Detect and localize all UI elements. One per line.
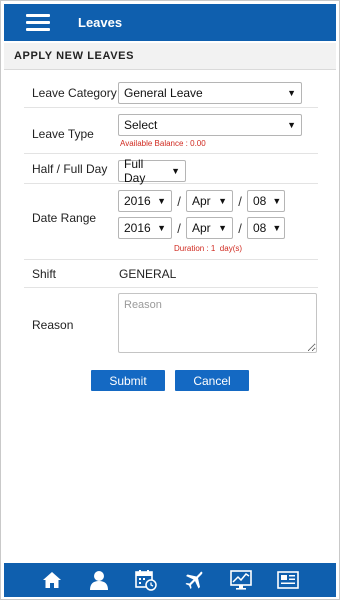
to-day-value: 08 <box>253 221 267 235</box>
chevron-down-icon: ▼ <box>157 196 166 206</box>
date-separator: / <box>238 193 242 209</box>
chevron-down-icon: ▼ <box>218 223 227 233</box>
leave-category-select[interactable]: General Leave ▼ <box>118 81 302 104</box>
half-full-day-select[interactable]: Full Day ▼ <box>118 157 186 185</box>
calendar-clock-icon[interactable] <box>131 565 161 595</box>
to-month-select[interactable]: Apr ▼ <box>186 217 233 239</box>
to-day-select[interactable]: 08 ▼ <box>247 217 285 239</box>
chevron-down-icon: ▼ <box>171 166 180 176</box>
from-year-select[interactable]: 2016 ▼ <box>118 190 172 212</box>
submit-button[interactable]: Submit <box>91 370 165 391</box>
section-header: APPLY NEW LEAVES <box>4 43 336 70</box>
half-full-day-label: Half / Full Day <box>32 161 108 176</box>
date-range-row: Date Range 2016 ▼ / Apr ▼ / 08 ▼ 2016 ▼ … <box>24 184 318 260</box>
leave-type-select[interactable]: Select ▼ <box>118 113 302 136</box>
leave-type-row: Leave Type Select ▼ Available Balance : … <box>24 108 318 154</box>
leave-type-label: Leave Type <box>32 126 94 141</box>
app-header: Leaves <box>4 4 336 41</box>
home-icon[interactable] <box>37 565 67 595</box>
section-title: APPLY NEW LEAVES <box>14 50 135 62</box>
airplane-icon[interactable] <box>179 565 209 595</box>
to-month-value: Apr <box>192 221 211 235</box>
half-full-day-value: Full Day <box>124 157 146 185</box>
date-separator: / <box>177 193 181 209</box>
shift-row: Shift GENERAL <box>24 260 318 288</box>
from-year-value: 2016 <box>124 194 151 208</box>
to-year-select[interactable]: 2016 ▼ <box>118 217 172 239</box>
leave-category-row: Leave Category General Leave ▼ <box>24 78 318 108</box>
leave-category-value: General Leave <box>124 85 203 100</box>
half-full-day-row: Half / Full Day Full Day ▼ <box>24 154 318 185</box>
page-title: Leaves <box>78 15 123 30</box>
chevron-down-icon: ▼ <box>157 223 166 233</box>
from-day-value: 08 <box>253 194 267 208</box>
bottom-navigation <box>4 563 336 597</box>
chevron-down-icon: ▼ <box>287 87 296 98</box>
cancel-button[interactable]: Cancel <box>175 370 249 391</box>
chart-monitor-icon[interactable] <box>226 565 256 595</box>
date-range-label: Date Range <box>32 210 97 225</box>
chevron-down-icon: ▼ <box>272 196 282 206</box>
date-separator: / <box>177 220 181 236</box>
from-month-value: Apr <box>192 194 211 208</box>
chevron-down-icon: ▼ <box>218 196 227 206</box>
chevron-down-icon: ▼ <box>272 223 282 233</box>
duration-note: Duration : 1 day(s) <box>174 244 243 253</box>
date-separator: / <box>238 220 242 236</box>
chevron-down-icon: ▼ <box>287 119 296 130</box>
hamburger-menu-icon[interactable] <box>26 13 50 32</box>
shift-label: Shift <box>32 266 57 281</box>
leave-form: Leave Category General Leave ▼ Leave Typ… <box>24 78 318 362</box>
available-balance-note: Available Balance : 0.00 <box>120 138 206 148</box>
form-actions: Submit Cancel <box>91 370 249 391</box>
newspaper-icon[interactable] <box>273 565 303 595</box>
from-month-select[interactable]: Apr ▼ <box>186 190 233 212</box>
reason-label: Reason <box>32 318 74 332</box>
user-icon[interactable] <box>84 565 114 595</box>
from-day-select[interactable]: 08 ▼ <box>247 190 285 212</box>
reason-row: Reason <box>24 288 318 362</box>
reason-textarea[interactable] <box>118 292 317 353</box>
shift-value: GENERAL <box>119 266 177 281</box>
leave-category-label: Leave Category <box>32 85 117 100</box>
to-year-value: 2016 <box>124 221 151 235</box>
leave-type-value: Select <box>124 117 158 132</box>
